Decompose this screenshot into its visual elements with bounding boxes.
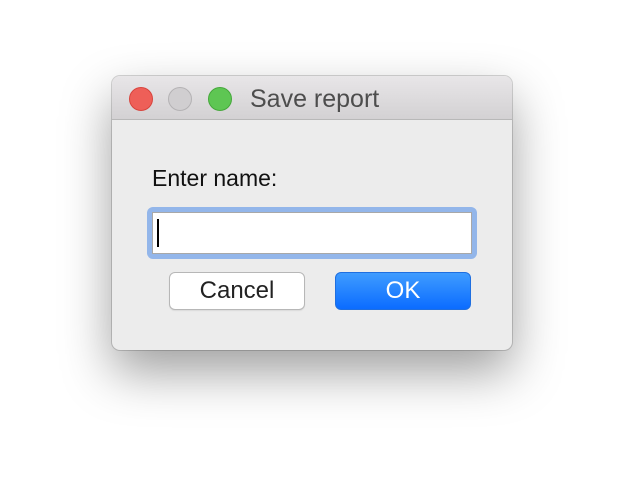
zoom-window-button[interactable] [208,87,232,111]
desktop: Save report Enter name: Cancel OK [0,0,624,498]
minimize-window-button[interactable] [168,87,192,111]
ok-button[interactable]: OK [335,272,471,310]
close-window-button[interactable] [129,87,153,111]
name-label: Enter name: [152,165,278,191]
window-title: Save report [250,85,380,113]
name-input[interactable] [152,212,472,254]
text-caret [157,219,159,247]
cancel-button[interactable]: Cancel [169,272,305,310]
save-report-dialog: Save report Enter name: Cancel OK [112,76,512,350]
title-bar[interactable]: Save report [112,76,512,120]
